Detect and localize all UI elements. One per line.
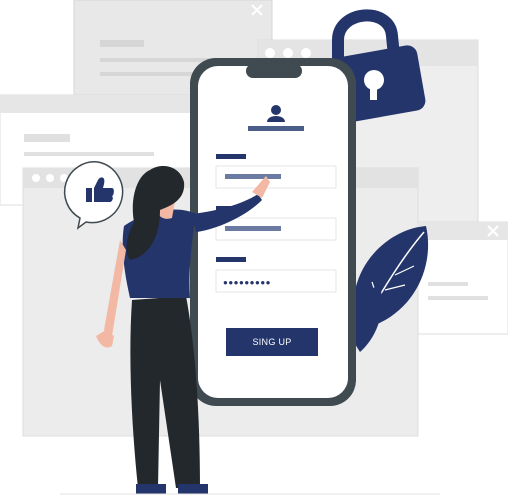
profile-title-line [248,126,304,131]
username-label [216,154,246,159]
username-value [225,174,281,179]
phone-notch [246,64,302,78]
password-label [216,257,246,262]
signup-illustration: ●●●●●●●●● SING UP [0,0,508,498]
illustration-canvas: ●●●●●●●●● [0,0,508,495]
email-value [225,226,281,231]
signup-button[interactable] [226,328,318,356]
phone: ●●●●●●●●● [190,58,356,406]
password-mask: ●●●●●●●●● [223,278,271,287]
background-window-small [417,221,508,335]
